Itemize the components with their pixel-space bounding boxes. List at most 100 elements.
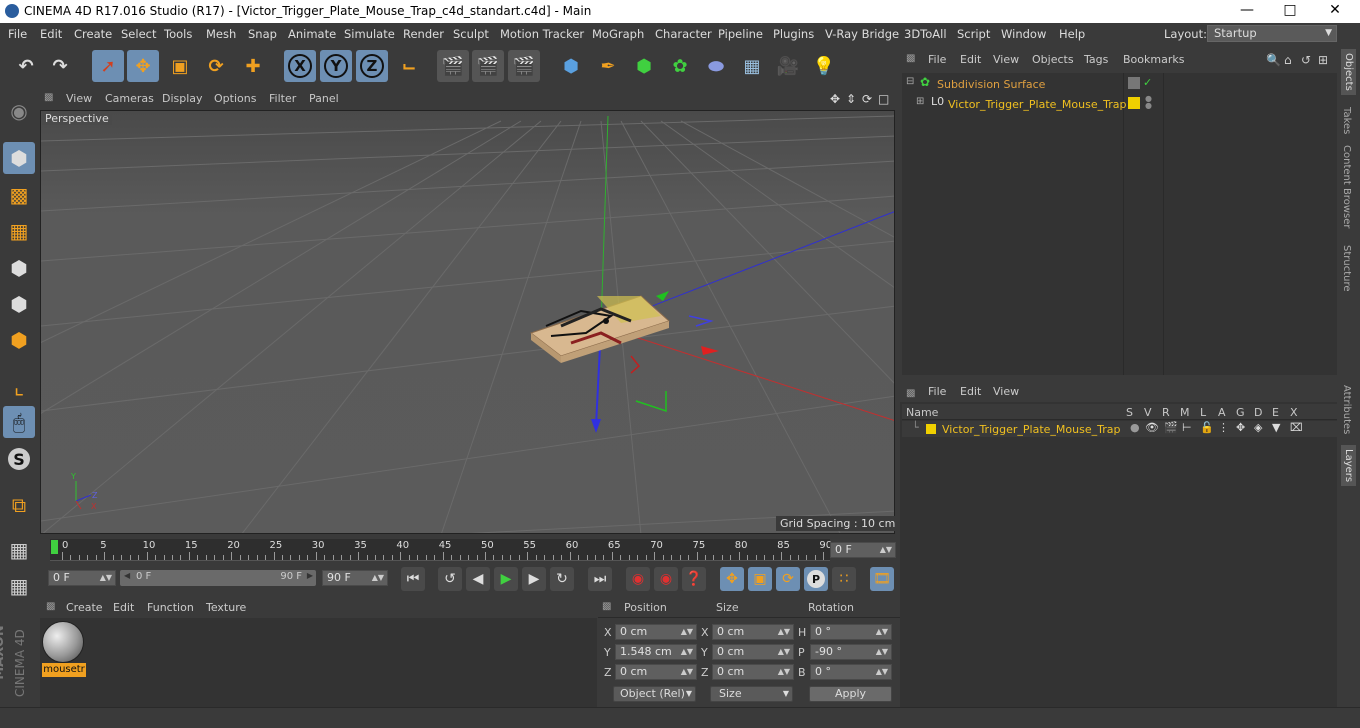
key-pla-button[interactable]: ∷ bbox=[832, 567, 856, 591]
menu-3dtoall[interactable]: 3DToAll bbox=[904, 27, 947, 41]
rotate-button[interactable]: ⟳ bbox=[200, 50, 232, 82]
layer-menu-edit[interactable]: Edit bbox=[960, 385, 981, 398]
menu-select[interactable]: Select bbox=[121, 27, 156, 41]
visibility-dots-icon[interactable]: ● ● bbox=[1145, 95, 1152, 110]
coordinate-mode-select[interactable]: Object (Rel) ▼ bbox=[613, 686, 696, 702]
deformer-button[interactable]: ⬬ bbox=[700, 50, 732, 82]
menu-window[interactable]: Window bbox=[1001, 27, 1046, 41]
floor-button[interactable]: ▦ bbox=[736, 50, 768, 82]
minimize-button[interactable]: — bbox=[1232, 2, 1262, 18]
viewport-menu-cameras[interactable]: Cameras bbox=[105, 92, 154, 105]
rotation-p-field[interactable]: -90 ° ▲▼ bbox=[810, 644, 892, 660]
start-frame-field[interactable]: 0 F ▲▼ bbox=[48, 570, 116, 586]
viewport-menu-panel[interactable]: Panel bbox=[309, 92, 339, 105]
cube-button[interactable]: ⬢ bbox=[555, 50, 587, 82]
menu-animate[interactable]: Animate bbox=[288, 27, 336, 41]
menu-script[interactable]: Script bbox=[957, 27, 990, 41]
size-x-field[interactable]: 0 cm ▲▼ bbox=[712, 624, 794, 640]
undo-button[interactable]: ↶ bbox=[10, 50, 42, 82]
menu-snap[interactable]: Snap bbox=[248, 27, 277, 41]
home-icon[interactable]: ⌂ bbox=[1284, 53, 1292, 67]
y-axis-button[interactable]: Y bbox=[320, 50, 352, 82]
keyframe-selection-button[interactable]: ❓ bbox=[682, 567, 706, 591]
menu-mograph[interactable]: MoGraph bbox=[592, 27, 644, 41]
position-x-field[interactable]: 0 cm ▲▼ bbox=[615, 624, 697, 640]
maximize-button[interactable]: □ bbox=[1275, 2, 1305, 18]
viewport-rotate-icon[interactable]: ⟳ bbox=[862, 92, 872, 106]
object-menu-objects[interactable]: Objects bbox=[1032, 53, 1074, 66]
make-editable-button[interactable]: ◉ bbox=[3, 95, 35, 127]
viewport-menu-filter[interactable]: Filter bbox=[269, 92, 296, 105]
workplane-button[interactable]: ▦ bbox=[3, 215, 35, 247]
position-y-field[interactable]: 1.548 cm ▲▼ bbox=[615, 644, 697, 660]
expand-icon[interactable]: ⊞ bbox=[916, 96, 924, 107]
menu-edit[interactable]: Edit bbox=[40, 27, 62, 41]
layer-row[interactable]: └ Victor_Trigger_Plate_Mouse_Trap ● 👁 🎬 … bbox=[902, 421, 1337, 437]
viewport-move-icon[interactable]: ✥ bbox=[830, 92, 840, 106]
end-frame-field[interactable]: 90 F ▲▼ bbox=[322, 570, 388, 586]
menu-simulate[interactable]: Simulate bbox=[344, 27, 395, 41]
locked-workplane-button[interactable]: ▦ bbox=[3, 570, 35, 602]
render-icon[interactable]: 🎬 bbox=[1164, 421, 1178, 434]
menu-sculpt[interactable]: Sculpt bbox=[453, 27, 489, 41]
move-button[interactable]: ✥ bbox=[127, 50, 159, 82]
tweak-button[interactable]: 🖱 bbox=[3, 406, 35, 438]
object-menu-bookmarks[interactable]: Bookmarks bbox=[1123, 53, 1184, 66]
camera-button[interactable]: 🎥 bbox=[772, 50, 804, 82]
tab-attributes[interactable]: Attributes bbox=[1341, 385, 1352, 434]
play-button[interactable]: ▶ bbox=[494, 567, 518, 591]
light-button[interactable]: 💡 bbox=[808, 50, 840, 82]
viewport-menu-view[interactable]: View bbox=[66, 92, 92, 105]
layer-color-swatch[interactable] bbox=[926, 424, 936, 434]
gizmo-plane-handle[interactable] bbox=[688, 315, 714, 327]
polygons-mode-button[interactable]: ⬢ bbox=[3, 324, 35, 356]
position-z-field[interactable]: 0 cm ▲▼ bbox=[615, 664, 697, 680]
frame-range-slider[interactable]: ◀ 0 F 90 F ▶ bbox=[120, 570, 316, 586]
axis-mode-button[interactable]: ⌞ bbox=[3, 371, 35, 403]
lock-icon[interactable]: 🔓 bbox=[1200, 421, 1214, 434]
gizmo-y-arrow[interactable] bbox=[591, 419, 601, 433]
menu-mesh[interactable]: Mesh bbox=[206, 27, 236, 41]
size-y-field[interactable]: 0 cm ▲▼ bbox=[712, 644, 794, 660]
grid-button[interactable]: ▦ bbox=[3, 534, 35, 566]
gizmo-xy-handle[interactable] bbox=[630, 355, 641, 374]
collapse-icon[interactable]: ⊟ bbox=[906, 76, 914, 87]
next-key-button[interactable]: ↻ bbox=[550, 567, 574, 591]
gizmo-z-arrow[interactable] bbox=[656, 291, 669, 301]
generator-icon[interactable]: ✥ bbox=[1236, 421, 1245, 434]
previous-frame-button[interactable]: ◀ bbox=[466, 567, 490, 591]
menu-create[interactable]: Create bbox=[74, 27, 112, 41]
go-to-start-button[interactable]: ⏮ bbox=[401, 567, 425, 591]
playhead[interactable] bbox=[51, 540, 58, 554]
object-menu-tags[interactable]: Tags bbox=[1084, 53, 1108, 66]
menu-file[interactable]: File bbox=[8, 27, 27, 41]
object-row[interactable]: ⊟ ✿ Subdivision Surface ✓ bbox=[902, 75, 1337, 93]
magnet-button[interactable]: ⧉ bbox=[3, 489, 35, 521]
material-item[interactable]: mousetr bbox=[42, 621, 86, 679]
tab-structure[interactable]: Structure bbox=[1341, 245, 1352, 292]
close-button[interactable]: ✕ bbox=[1320, 2, 1350, 18]
model-mode-button[interactable]: ⬢ bbox=[3, 142, 35, 174]
viewport-3d[interactable]: Y Z X bbox=[40, 110, 895, 534]
key-scale-button[interactable]: ▣ bbox=[748, 567, 772, 591]
tab-takes[interactable]: Takes bbox=[1341, 107, 1352, 134]
xref-icon[interactable]: ⌧ bbox=[1290, 421, 1303, 434]
autokey-button[interactable]: ◉ bbox=[654, 567, 678, 591]
tab-layers[interactable]: Layers bbox=[1341, 445, 1356, 487]
enabled-check-icon[interactable]: ✓ bbox=[1143, 76, 1152, 89]
apply-button[interactable]: Apply bbox=[809, 686, 892, 702]
viewport-menu-display[interactable]: Display bbox=[162, 92, 203, 105]
go-to-end-button[interactable]: ⏭ bbox=[588, 567, 612, 591]
menu-help[interactable]: Help bbox=[1059, 27, 1085, 41]
visible-eye-icon[interactable]: 👁 bbox=[1145, 421, 1159, 434]
next-frame-button[interactable]: ▶ bbox=[522, 567, 546, 591]
object-menu-edit[interactable]: Edit bbox=[960, 53, 981, 66]
subdivision-button[interactable]: ⬢ bbox=[628, 50, 660, 82]
key-parameter-button[interactable]: P bbox=[804, 567, 828, 591]
z-axis-button[interactable]: Z bbox=[356, 50, 388, 82]
edges-mode-button[interactable]: ⬢ bbox=[3, 288, 35, 320]
key-rotation-button[interactable]: ⟳ bbox=[776, 567, 800, 591]
object-menu-view[interactable]: View bbox=[993, 53, 1019, 66]
viewport-toggle-icon[interactable]: □ bbox=[878, 92, 889, 106]
snap-button[interactable]: S bbox=[3, 443, 35, 475]
